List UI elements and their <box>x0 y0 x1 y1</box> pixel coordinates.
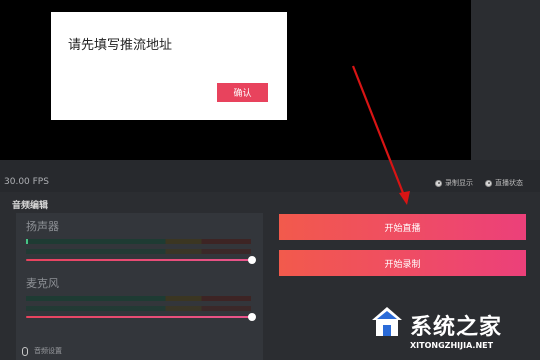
arrow-head <box>399 191 410 205</box>
audio-settings-label: 音频设置 <box>34 347 62 355</box>
speaker-volume-slider[interactable] <box>26 259 252 261</box>
speaker-volume-knob[interactable] <box>248 256 256 264</box>
mic-volume-knob[interactable] <box>248 313 256 321</box>
side-panel <box>471 0 540 160</box>
mic-level-meter <box>26 296 251 301</box>
mic-label: 麦克风 <box>26 277 59 290</box>
dialog-message: 请先填写推流地址 <box>68 38 173 53</box>
record-display-label: 录制显示 <box>445 179 473 187</box>
speaker-level-meter <box>26 239 251 244</box>
microphone-icon <box>22 346 28 356</box>
mic-volume-slider[interactable] <box>26 316 252 318</box>
watermark-url: XITONGZHIJIA.NET <box>410 341 494 350</box>
speaker-label: 扬声器 <box>26 220 59 233</box>
start-live-button[interactable]: 开始直播 <box>279 214 526 240</box>
speaker-level-indicator <box>26 239 28 244</box>
start-record-button[interactable]: 开始录制 <box>279 250 526 276</box>
fps-readout: 30.00 FPS <box>4 177 49 187</box>
confirm-button[interactable]: 确认 <box>217 83 268 102</box>
live-status-label: 直播状态 <box>495 179 523 187</box>
house-logo-icon <box>372 307 402 336</box>
alert-dialog: 请先填写推流地址 确认 <box>51 12 287 120</box>
mic-level-meter-2 <box>26 306 251 311</box>
radio-icon <box>485 179 492 187</box>
audio-section-title: 音频编辑 <box>12 201 49 211</box>
audio-settings-link[interactable]: 音频设置 <box>22 346 62 356</box>
live-status-option[interactable]: 直播状态 <box>485 178 523 188</box>
watermark: 系统之家 XITONGZHIJIA.NET <box>370 305 540 360</box>
speaker-level-meter-2 <box>26 249 251 254</box>
radio-icon <box>435 179 442 187</box>
record-display-option[interactable]: 录制显示 <box>435 178 473 188</box>
watermark-title: 系统之家 <box>410 315 503 340</box>
